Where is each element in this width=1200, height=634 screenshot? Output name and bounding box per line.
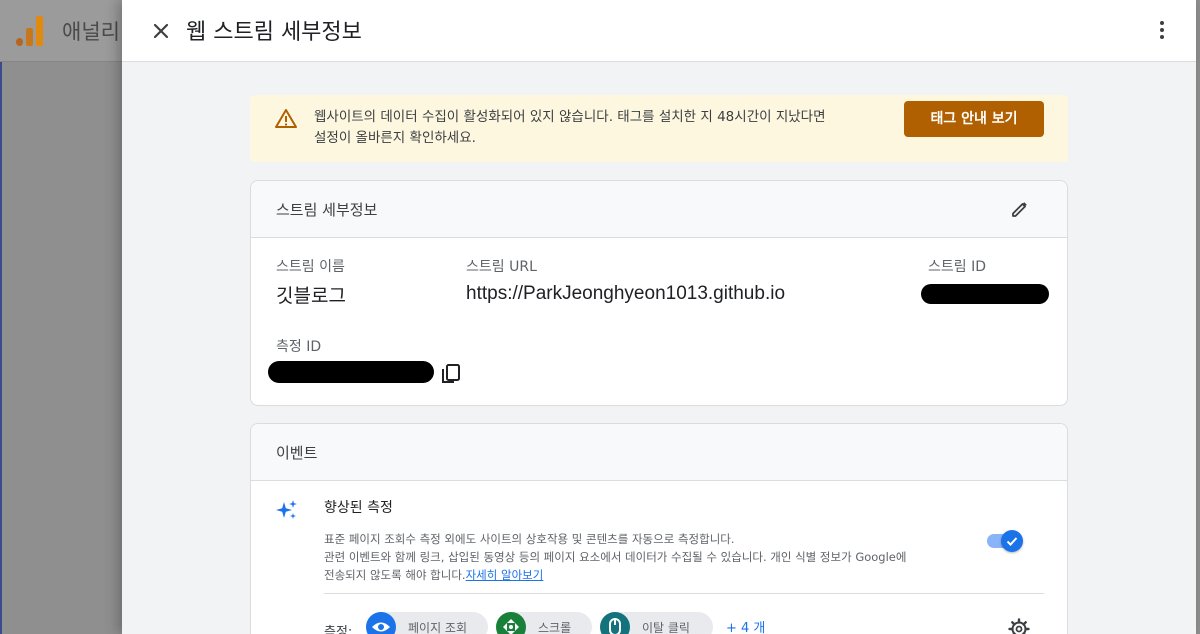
pencil-icon	[1012, 202, 1027, 217]
mouse-icon	[600, 612, 630, 634]
stream-name-value: 깃블로그	[276, 285, 346, 307]
edit-stream-button[interactable]	[1009, 198, 1031, 220]
web-stream-details-panel: 웹 스트림 세부정보 웹사이트의 데이터 수집이 활성화되어 있지 않습니다. …	[122, 0, 1196, 634]
events-header: 이벤트	[251, 424, 1067, 481]
enhanced-measurement-toggle[interactable]	[987, 530, 1023, 552]
measurement-id-label: 측정 ID	[276, 339, 322, 355]
description-line-1: 표준 페이지 조회수 측정 외에도 사이트의 상호작용 및 콘텐츠를 자동으로 …	[324, 532, 735, 546]
stream-details-header: 스트림 세부정보	[251, 181, 1067, 238]
background-app-title: 애널리	[62, 20, 120, 44]
chip-scroll[interactable]: 스크롤	[496, 612, 592, 634]
background-right-strip	[1196, 0, 1200, 634]
chip-page-view[interactable]: 페이지 조회	[366, 612, 488, 634]
stream-name-label: 스트림 이름	[276, 259, 345, 275]
description-line-2: 관련 이벤트와 함께 링크, 삽입된 동영상 등의 페이지 요소에서 데이터가 …	[324, 550, 907, 564]
warning-message: 웹사이트의 데이터 수집이 활성화되어 있지 않습니다. 태그를 설치한 지 4…	[314, 109, 826, 146]
warning-icon	[274, 107, 298, 131]
close-button[interactable]	[148, 18, 174, 44]
background-left-rail	[0, 62, 2, 634]
learn-more-link[interactable]: 자세히 알아보기	[466, 568, 544, 582]
gear-icon	[1008, 618, 1030, 634]
enhanced-measurement-description: 표준 페이지 조회수 측정 외에도 사이트의 상호작용 및 콘텐츠를 자동으로 …	[324, 530, 984, 584]
stream-details-title: 스트림 세부정보	[276, 201, 378, 219]
data-collection-warning: 웹사이트의 데이터 수집이 활성화되어 있지 않습니다. 태그를 설치한 지 4…	[250, 95, 1068, 162]
events-divider	[324, 593, 1044, 594]
stream-id-redacted	[921, 284, 1049, 304]
more-events-link[interactable]: + 4 개	[726, 617, 765, 634]
stream-id-label: 스트림 ID	[928, 259, 986, 275]
eye-icon	[366, 612, 396, 634]
more-vert-icon	[1156, 21, 1168, 39]
panel-header: 웹 스트림 세부정보	[122, 0, 1196, 62]
copy-icon	[442, 364, 460, 383]
chip-page-view-label: 페이지 조회	[408, 621, 468, 634]
copy-measurement-id-button[interactable]	[439, 361, 463, 385]
more-options-button[interactable]	[1156, 18, 1168, 44]
panel-title: 웹 스트림 세부정보	[186, 20, 362, 45]
description-line-3: 전송되지 않도록 해야 합니다.자세히 알아보기	[324, 566, 984, 584]
chip-outbound-click[interactable]: 이탈 클릭	[600, 612, 713, 634]
enhanced-measurement-settings-button[interactable]	[1008, 618, 1030, 634]
measurement-id-redacted	[268, 361, 434, 383]
stream-details-card: 스트림 세부정보 스트림 이름 깃블로그 스트림 URL https://Par…	[250, 180, 1068, 406]
stream-url-label: 스트림 URL	[466, 259, 537, 275]
description-line-3-text: 전송되지 않도록 해야 합니다.	[324, 568, 466, 582]
stream-url-value: https://ParkJeonghyeon1013.github.io	[466, 283, 786, 304]
scroll-icon	[496, 612, 526, 634]
toggle-knob	[1001, 530, 1023, 552]
view-tag-guide-button[interactable]: 태그 안내 보기	[904, 101, 1044, 137]
analytics-logo-icon	[16, 14, 44, 46]
events-card: 이벤트 향상된 측정 표준 페이지 조회수 측정 외에도 사이트의 상호작용 및…	[250, 423, 1068, 634]
chip-scroll-label: 스크롤	[538, 621, 572, 634]
enhanced-measurement-title: 향상된 측정	[324, 500, 393, 516]
close-icon	[153, 23, 169, 39]
events-title: 이벤트	[276, 444, 318, 462]
sparkle-icon	[275, 498, 299, 522]
check-icon	[1006, 537, 1018, 546]
measuring-label: 측정:	[324, 625, 353, 634]
chip-outbound-click-label: 이탈 클릭	[642, 621, 690, 634]
